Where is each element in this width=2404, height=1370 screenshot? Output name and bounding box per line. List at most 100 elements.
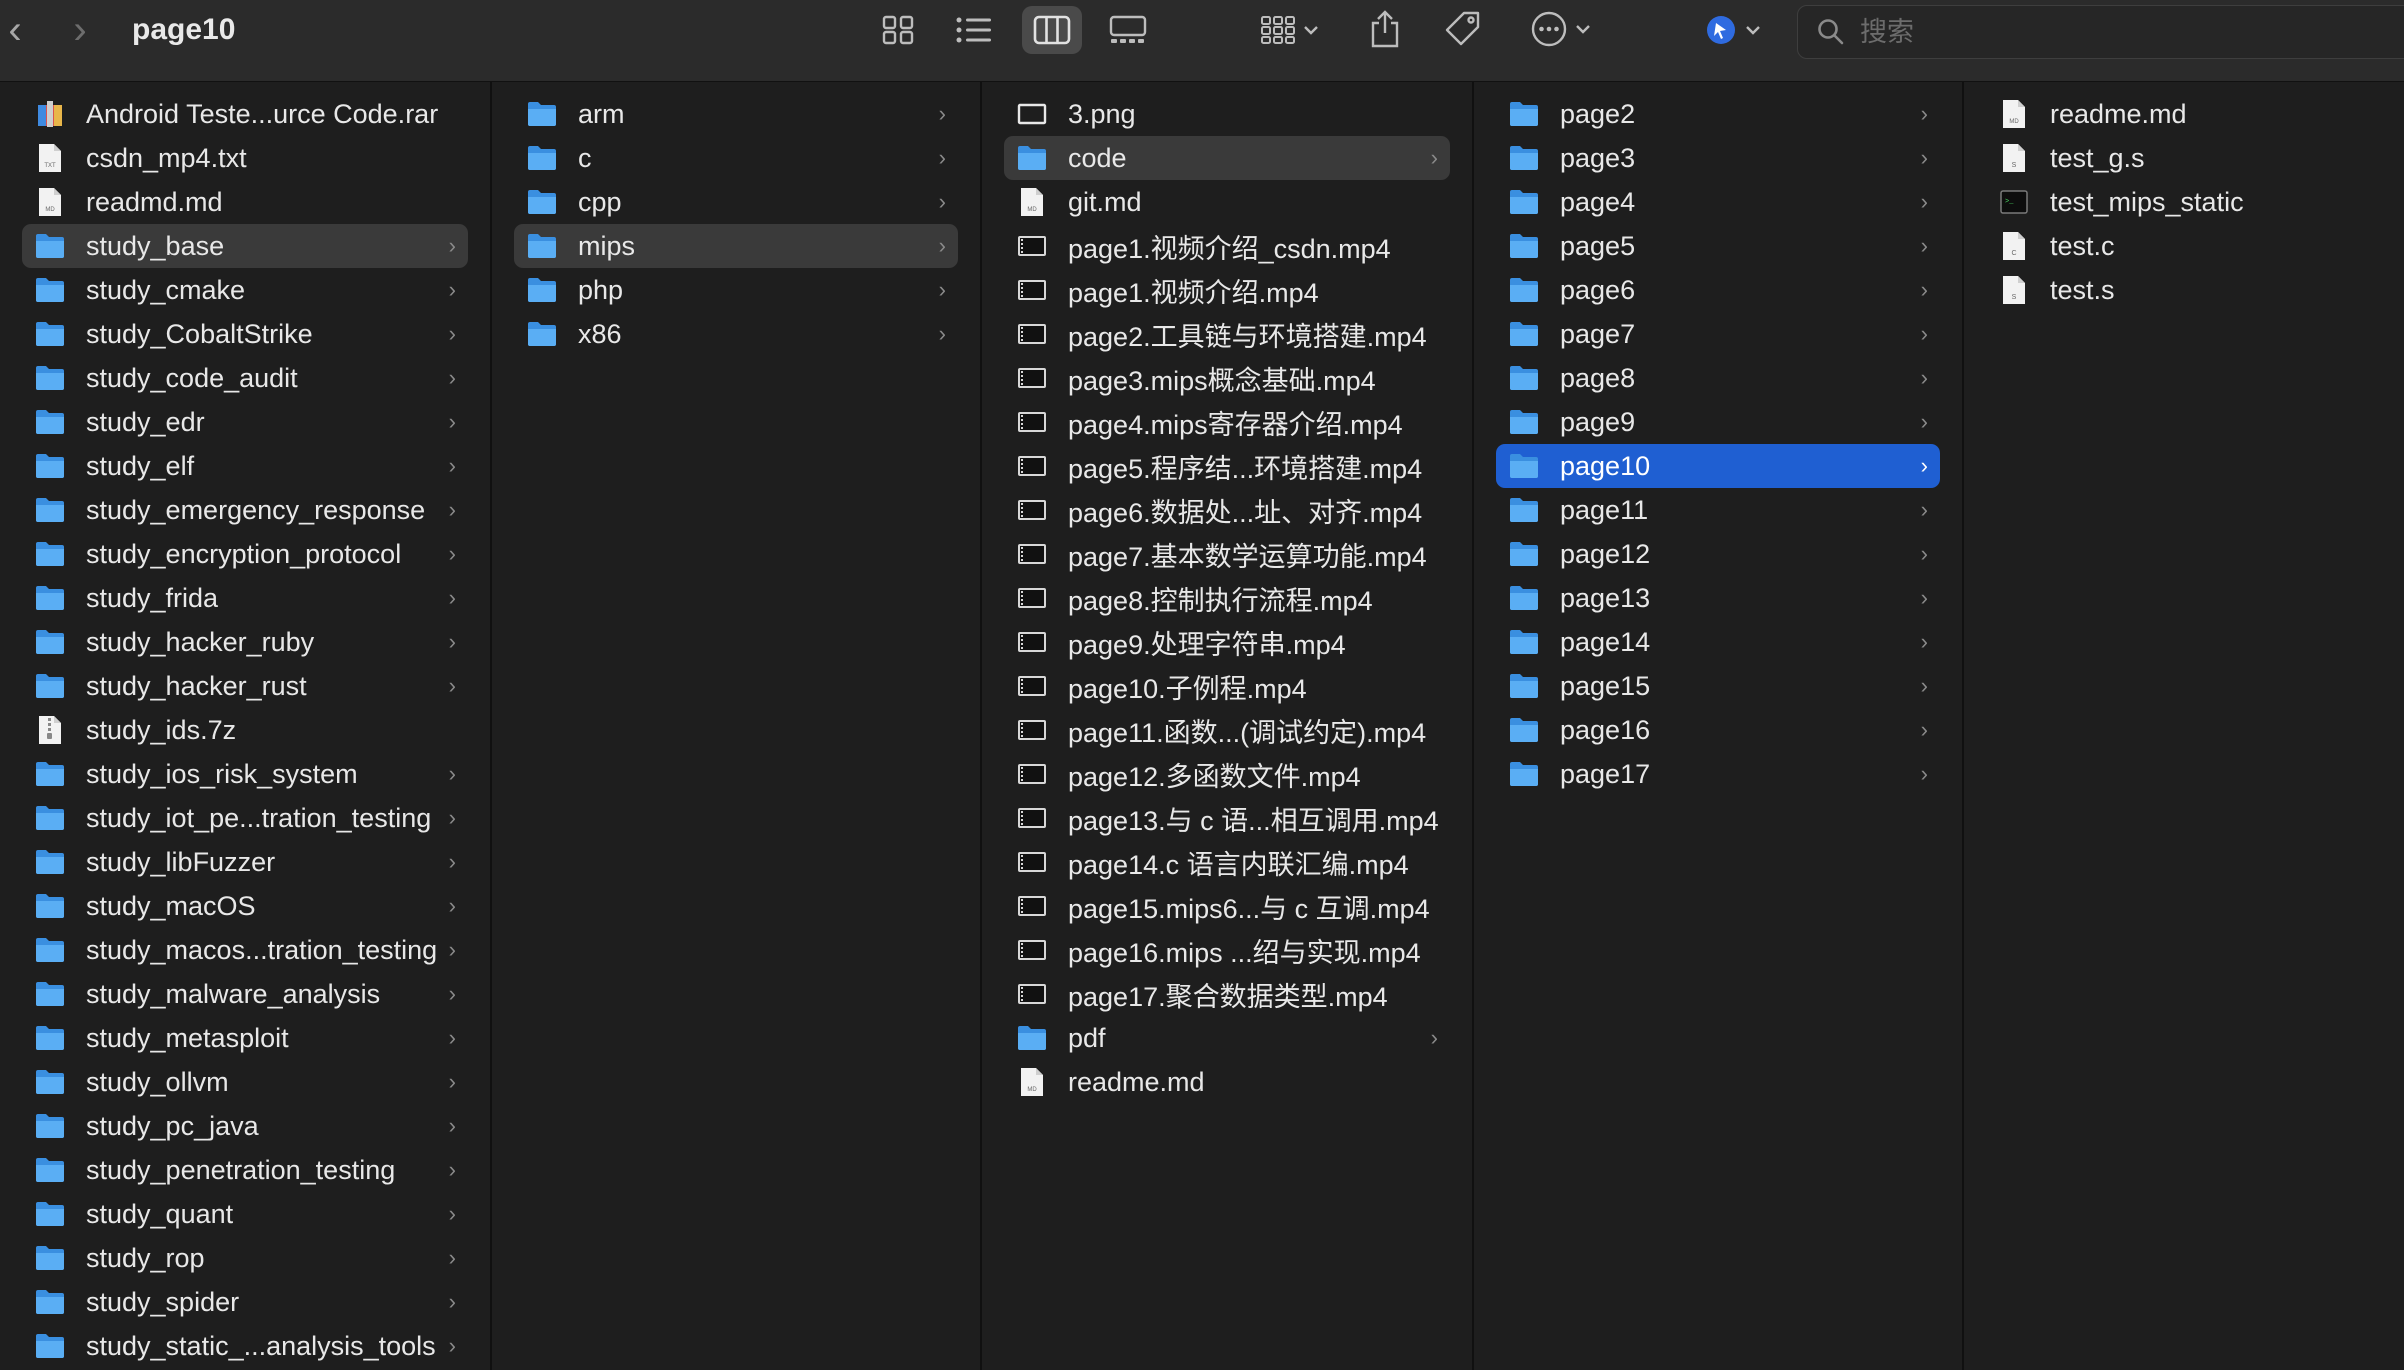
folder-row[interactable]: page5 › (1496, 224, 1940, 268)
file-row[interactable]: page4.mips寄存器介绍.mp4 (1004, 400, 1450, 444)
file-row[interactable]: page10.子例程.mp4 (1004, 664, 1450, 708)
folder-row[interactable]: study_macos...tration_testing › (22, 928, 468, 972)
connect-app-button[interactable] (1702, 8, 1766, 52)
folder-row[interactable]: study_static_...analysis_tools › (22, 1324, 468, 1368)
file-row[interactable]: MD git.md (1004, 180, 1450, 224)
folder-row[interactable]: page6 › (1496, 268, 1940, 312)
group-by-button[interactable] (1252, 6, 1328, 54)
folder-row[interactable]: page17 › (1496, 752, 1940, 796)
file-row[interactable]: page3.mips概念基础.mp4 (1004, 356, 1450, 400)
folder-row[interactable]: study_encryption_protocol › (22, 532, 468, 576)
file-row[interactable]: page7.基本数学运算功能.mp4 (1004, 532, 1450, 576)
code-column[interactable]: page2 › page3 › page4 › page5 › page6 › page7 › page… (1474, 82, 1964, 1370)
file-row[interactable]: page11.函数...(调试约定).mp4 (1004, 708, 1450, 752)
file-row[interactable]: Ctest.c (1986, 224, 2382, 268)
page10-column[interactable]: MD readme.md Stest_g.s >_ test_mips_static Ct… (1964, 82, 2404, 1370)
folder-row[interactable]: study_cmake › (22, 268, 468, 312)
folder-row[interactable]: study_frida › (22, 576, 468, 620)
mips-column[interactable]: 3.png code › MD git.md page1.视频介绍_csdn.mp4 pag… (982, 82, 1474, 1370)
folder-row[interactable]: page16 › (1496, 708, 1940, 752)
forward-chevron-icon[interactable]: › (65, 8, 95, 52)
folder-row[interactable]: page12 › (1496, 532, 1940, 576)
search-input[interactable] (1858, 9, 2362, 55)
folder-row[interactable]: cpp › (514, 180, 958, 224)
file-row[interactable]: page1.视频介绍.mp4 (1004, 268, 1450, 312)
arch-column[interactable]: arm › c › cpp › mips › php › x86 › (492, 82, 982, 1370)
file-row[interactable]: page12.多函数文件.mp4 (1004, 752, 1450, 796)
study-column[interactable]: Android Teste...urce Code.rar TXT csdn_mp4… (0, 82, 492, 1370)
file-row[interactable]: page6.数据处...址、对齐.mp4 (1004, 488, 1450, 532)
folder-row[interactable]: study_metasploit › (22, 1016, 468, 1060)
file-row[interactable]: page13.与 c 语...相互调用.mp4 (1004, 796, 1450, 840)
file-row[interactable]: page15.mips6...与 c 互调.mp4 (1004, 884, 1450, 928)
file-row[interactable]: page5.程序结...环境搭建.mp4 (1004, 444, 1450, 488)
search-field[interactable] (1797, 5, 2404, 59)
file-row[interactable]: page17.聚合数据类型.mp4 (1004, 972, 1450, 1016)
back-chevron-icon[interactable]: ‹ (0, 8, 30, 52)
folder-row[interactable]: mips › (514, 224, 958, 268)
file-row[interactable]: MD readme.md (1004, 1060, 1450, 1104)
folder-row[interactable]: study_iot_pe...tration_testing › (22, 796, 468, 840)
folder-row[interactable]: page7 › (1496, 312, 1940, 356)
file-row[interactable]: page1.视频介绍_csdn.mp4 (1004, 224, 1450, 268)
folder-row[interactable]: page13 › (1496, 576, 1940, 620)
folder-row[interactable]: study_libFuzzer › (22, 840, 468, 884)
folder-row[interactable]: code › (1004, 136, 1450, 180)
folder-row[interactable]: study_emergency_response › (22, 488, 468, 532)
file-row[interactable]: page14.c 语言内联汇编.mp4 (1004, 840, 1450, 884)
file-row[interactable]: Android Teste...urce Code.rar (22, 92, 468, 136)
tags-button[interactable] (1440, 6, 1486, 52)
file-row[interactable]: MD readmd.md (22, 180, 468, 224)
folder-row[interactable]: study_pc_java › (22, 1104, 468, 1148)
item-label: study_code_audit (86, 362, 298, 393)
folder-row[interactable]: x86 › (514, 312, 958, 356)
folder-row[interactable]: page9 › (1496, 400, 1940, 444)
file-row[interactable]: page8.控制执行流程.mp4 (1004, 576, 1450, 620)
folder-row[interactable]: page3 › (1496, 136, 1940, 180)
folder-row[interactable]: page8 › (1496, 356, 1940, 400)
file-row[interactable]: page16.mips ...绍与实现.mp4 (1004, 928, 1450, 972)
folder-row[interactable]: study_hacker_ruby › (22, 620, 468, 664)
list-view-button[interactable] (944, 6, 1004, 54)
folder-row[interactable]: study_edr › (22, 400, 468, 444)
file-row[interactable]: TXT csdn_mp4.txt (22, 136, 468, 180)
folder-row[interactable]: page4 › (1496, 180, 1940, 224)
folder-row[interactable]: page15 › (1496, 664, 1940, 708)
file-row[interactable]: >_ test_mips_static (1986, 180, 2382, 224)
file-row[interactable]: study_ids.7z (22, 708, 468, 752)
more-actions-button[interactable] (1526, 6, 1596, 52)
file-row[interactable]: 3.png (1004, 92, 1450, 136)
folder-row[interactable]: study_CobaltStrike › (22, 312, 468, 356)
folder-row[interactable]: page11 › (1496, 488, 1940, 532)
folder-row[interactable]: study_spider › (22, 1280, 468, 1324)
folder-row[interactable]: pdf › (1004, 1016, 1450, 1060)
column-view-button[interactable] (1022, 6, 1082, 54)
folder-row[interactable]: php › (514, 268, 958, 312)
folder-row[interactable]: page10 › (1496, 444, 1940, 488)
icon-view-button[interactable] (868, 6, 928, 54)
folder-row[interactable]: study_ios_risk_system › (22, 752, 468, 796)
file-row[interactable]: page9.处理字符串.mp4 (1004, 620, 1450, 664)
file-row[interactable]: MD readme.md (1986, 92, 2382, 136)
folder-row[interactable]: page2 › (1496, 92, 1940, 136)
folder-row[interactable]: study_macOS › (22, 884, 468, 928)
item-label: page4 (1560, 186, 1636, 217)
item-label: study_frida (86, 582, 219, 613)
folder-row[interactable]: study_malware_analysis › (22, 972, 468, 1016)
folder-row[interactable]: study_quant › (22, 1192, 468, 1236)
folder-row[interactable]: page14 › (1496, 620, 1940, 664)
file-row[interactable]: Stest_g.s (1986, 136, 2382, 180)
folder-row[interactable]: study_base › (22, 224, 468, 268)
file-row[interactable]: page2.工具链与环境搭建.mp4 (1004, 312, 1450, 356)
share-button[interactable] (1362, 4, 1408, 54)
folder-row[interactable]: study_penetration_testing › (22, 1148, 468, 1192)
folder-row[interactable]: study_hacker_rust › (22, 664, 468, 708)
folder-row[interactable]: study_ollvm › (22, 1060, 468, 1104)
file-row[interactable]: Stest.s (1986, 268, 2382, 312)
gallery-view-button[interactable] (1098, 6, 1158, 54)
folder-row[interactable]: c › (514, 136, 958, 180)
folder-row[interactable]: study_code_audit › (22, 356, 468, 400)
folder-row[interactable]: study_elf › (22, 444, 468, 488)
folder-row[interactable]: arm › (514, 92, 958, 136)
folder-row[interactable]: study_rop › (22, 1236, 468, 1280)
